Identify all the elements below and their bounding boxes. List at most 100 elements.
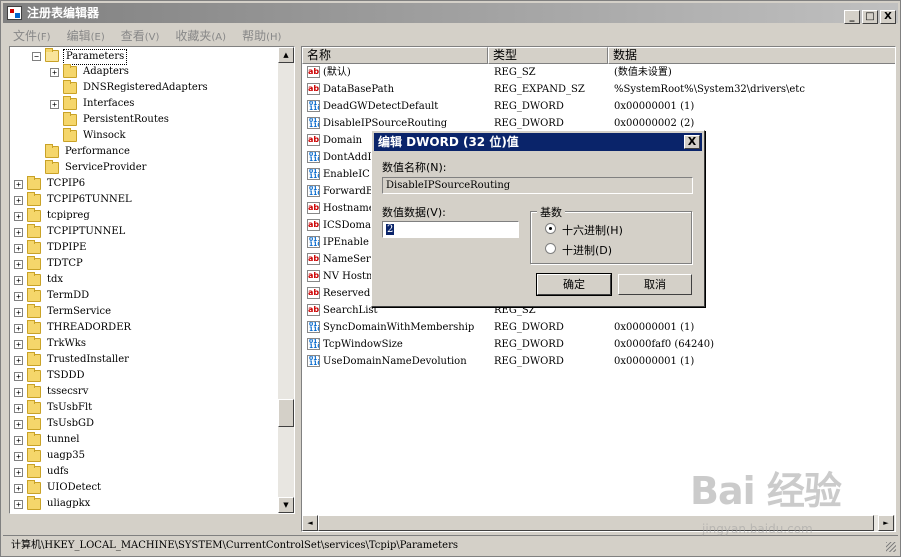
expand-plus-icon[interactable]: + (14, 420, 23, 429)
tree-item[interactable]: + uliagpkx (10, 496, 278, 512)
menu-edit[interactable]: 编辑(E) (57, 24, 111, 44)
tree-item[interactable]: + THREADORDER (10, 320, 278, 336)
value-row[interactable]: 011 110DeadGWDetectDefault REG_DWORD 0x000… (302, 98, 895, 115)
expand-plus-icon[interactable]: + (14, 212, 23, 221)
value-row[interactable]: 011 110UseDomainNameDevolution REG_DWORD 0… (302, 353, 895, 370)
minimize-button[interactable]: _ (844, 10, 860, 24)
column-header-name[interactable]: 名称 (302, 47, 488, 64)
tree-item[interactable]: Performance (10, 144, 278, 160)
tree-item[interactable]: + TrustedInstaller (10, 352, 278, 368)
tree-item[interactable]: + UIODetect (10, 480, 278, 496)
tree-item[interactable]: Winsock (10, 128, 278, 144)
dialog-title-bar[interactable]: 编辑 DWORD (32 位)值 X (374, 133, 702, 151)
expand-plus-icon[interactable]: + (50, 100, 59, 109)
folder-icon (27, 224, 41, 238)
tree-item[interactable]: + TCPIPTUNNEL (10, 224, 278, 240)
tree-item[interactable]: + udfs (10, 464, 278, 480)
tree-item[interactable]: + tdx (10, 272, 278, 288)
tree-item[interactable]: + TCPIP6 (10, 176, 278, 192)
ok-button[interactable]: 确定 (536, 273, 612, 296)
tree-item[interactable]: + TsUsbGD (10, 416, 278, 432)
tree-item[interactable]: DNSRegisteredAdapters (10, 80, 278, 96)
menu-favorites[interactable]: 收藏夹(A) (165, 24, 232, 44)
value-data: 0x00000001 (1) (614, 356, 695, 367)
menu-label: 文件 (13, 29, 38, 43)
binary-value-icon: 011 110 (307, 168, 320, 180)
expand-plus-icon[interactable]: + (14, 196, 23, 205)
value-row[interactable]: 011 110SyncDomainWithMembership REG_DWORD… (302, 319, 895, 336)
expand-plus-icon[interactable]: + (50, 68, 59, 77)
folder-icon (27, 416, 41, 430)
expand-plus-icon[interactable]: + (14, 180, 23, 189)
value-row[interactable]: ab DataBasePath REG_EXPAND_SZ %SystemRoot%\… (302, 81, 895, 98)
status-path: 计算机\HKEY_LOCAL_MACHINE\SYSTEM\CurrentCon… (11, 540, 459, 551)
tree-item[interactable]: PersistentRoutes (10, 112, 278, 128)
value-name: EnableIC (323, 169, 370, 180)
expand-plus-icon[interactable]: + (14, 324, 23, 333)
tree-item[interactable]: + TDPIPE (10, 240, 278, 256)
expand-plus-icon[interactable]: + (14, 500, 23, 509)
scroll-right-button[interactable]: ► (878, 515, 894, 531)
expand-plus-icon[interactable]: + (14, 404, 23, 413)
tree-item[interactable]: + Interfaces (10, 96, 278, 112)
list-horizontal-scrollbar[interactable]: ◄ ► (302, 515, 895, 531)
value-row[interactable]: ab (默认) REG_SZ (数值未设置) (302, 64, 895, 81)
expand-plus-icon[interactable]: + (14, 372, 23, 381)
expand-plus-icon[interactable]: + (14, 244, 23, 253)
menu-file[interactable]: 文件(F) (3, 24, 57, 44)
title-bar[interactable]: 注册表编辑器 _ □ X (3, 3, 898, 24)
folder-icon (45, 160, 59, 174)
column-header-data[interactable]: 数据 (608, 47, 895, 64)
close-button[interactable]: X (880, 10, 896, 24)
value-row[interactable]: 011 110TcpWindowSize REG_DWORD 0x0000faf0 … (302, 336, 895, 353)
resize-grip-icon[interactable] (886, 542, 896, 552)
expand-plus-icon[interactable]: + (14, 340, 23, 349)
tree-item[interactable]: + tssecsrv (10, 384, 278, 400)
scroll-thumb[interactable] (278, 399, 294, 427)
tree-item[interactable]: + TDTCP (10, 256, 278, 272)
menu-help[interactable]: 帮助(H) (232, 24, 287, 44)
expand-plus-icon[interactable]: + (14, 276, 23, 285)
tree-vertical-scrollbar[interactable]: ▲ ▼ (278, 47, 294, 513)
expand-plus-icon[interactable]: + (14, 356, 23, 365)
expand-plus-icon[interactable]: + (14, 468, 23, 477)
tree-item[interactable]: + TsUsbFlt (10, 400, 278, 416)
scroll-thumb[interactable] (318, 515, 874, 531)
cancel-button[interactable]: 取消 (618, 274, 692, 295)
tree-item[interactable]: + TCPIP6TUNNEL (10, 192, 278, 208)
tree-item[interactable]: + TSDDD (10, 368, 278, 384)
expand-plus-icon[interactable]: + (14, 308, 23, 317)
tree-item[interactable]: + Adapters (10, 64, 278, 80)
collapse-minus-icon[interactable]: − (32, 52, 41, 61)
scroll-down-button[interactable]: ▼ (278, 497, 294, 513)
menu-label: 查看 (120, 29, 145, 43)
expand-plus-icon[interactable]: + (14, 452, 23, 461)
value-name: ICSDomai (323, 220, 375, 231)
tree-item[interactable]: + tunnel (10, 432, 278, 448)
menu-view[interactable]: 查看(V) (111, 24, 166, 44)
tree-item[interactable]: + TrkWks (10, 336, 278, 352)
expand-plus-icon[interactable]: + (14, 260, 23, 269)
folder-icon (63, 96, 77, 110)
tree-item[interactable]: ServiceProvider (10, 160, 278, 176)
column-header-type[interactable]: 类型 (488, 47, 608, 64)
expand-plus-icon[interactable]: + (14, 484, 23, 493)
scroll-up-button[interactable]: ▲ (278, 47, 294, 63)
expand-plus-icon[interactable]: + (14, 436, 23, 445)
tree-item[interactable]: + TermDD (10, 288, 278, 304)
dialog-close-button[interactable]: X (684, 135, 700, 149)
tree-item[interactable]: − Parameters (10, 48, 278, 65)
expand-plus-icon[interactable]: + (14, 292, 23, 301)
menu-accel: (V) (144, 32, 160, 43)
folder-icon (27, 272, 41, 286)
tree-item[interactable]: + tcpipreg (10, 208, 278, 224)
expand-plus-icon[interactable]: + (14, 228, 23, 237)
expand-plus-icon[interactable]: + (14, 388, 23, 397)
tree-item[interactable]: + TermService (10, 304, 278, 320)
key-tree-pane[interactable]: − Parameters + Adapters DNSRegisteredAdapter… (9, 46, 295, 514)
tree-item[interactable]: + uagp35 (10, 448, 278, 464)
folder-open-icon (45, 48, 59, 62)
value-data-input[interactable]: 2 (382, 221, 519, 238)
scroll-left-button[interactable]: ◄ (302, 515, 318, 531)
maximize-button[interactable]: □ (862, 10, 878, 24)
